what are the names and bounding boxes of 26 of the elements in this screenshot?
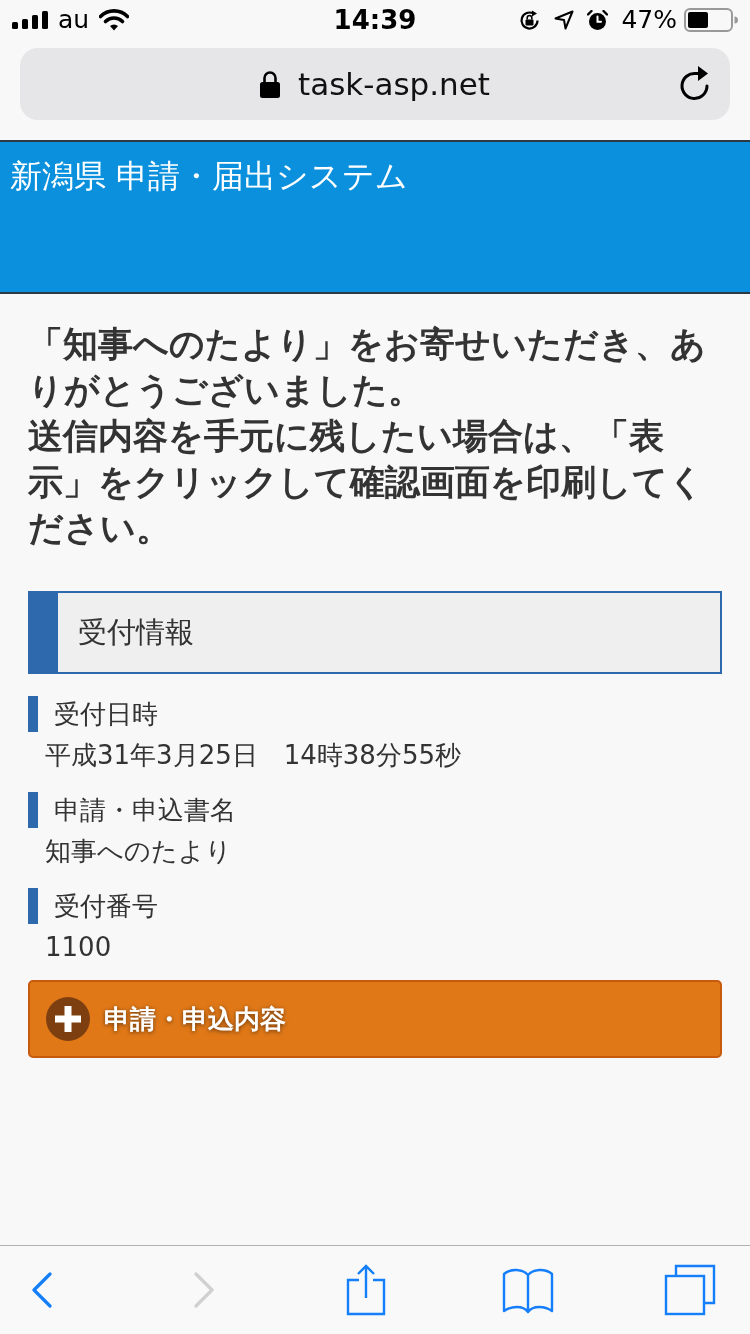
battery-percent: 47% bbox=[621, 5, 677, 35]
rotation-lock-icon bbox=[518, 8, 542, 32]
field-value: 知事へのたより bbox=[44, 835, 232, 868]
url-text: task-asp.net bbox=[298, 65, 490, 104]
alarm-clock-icon bbox=[587, 9, 609, 31]
message-text: 送信内容を手元に残したい場合は、「表示」をクリックして確認画面を印刷してください。 bbox=[28, 415, 705, 550]
field-label: 受付日時 bbox=[28, 696, 158, 732]
open-book-icon[interactable] bbox=[502, 1266, 554, 1314]
section-header: 受付情報 bbox=[28, 591, 722, 674]
field-label: 申請・申込書名 bbox=[28, 792, 236, 828]
field-value: 平成31年3月25日 14時38分55秒 bbox=[44, 739, 461, 772]
share-icon[interactable] bbox=[346, 1264, 386, 1316]
signal-icon bbox=[12, 11, 48, 29]
lock-icon bbox=[260, 70, 280, 98]
address-bar[interactable]: task-asp.net bbox=[20, 48, 730, 120]
field-label: 受付番号 bbox=[28, 888, 158, 924]
location-arrow-icon bbox=[554, 10, 575, 30]
wifi-icon bbox=[99, 9, 130, 31]
back-chevron-icon[interactable] bbox=[31, 1272, 53, 1308]
carrier-name: au bbox=[58, 5, 90, 35]
status-time: 14:39 bbox=[333, 5, 417, 35]
battery-icon bbox=[684, 8, 738, 32]
message-text: 「知事へのたより」をお寄せいただき、ありがとうございました。 bbox=[28, 323, 707, 412]
field-value: 1100 bbox=[44, 931, 112, 964]
tabs-icon[interactable] bbox=[664, 1264, 716, 1316]
site-title: 新潟県 申請・届出システム bbox=[10, 156, 409, 197]
